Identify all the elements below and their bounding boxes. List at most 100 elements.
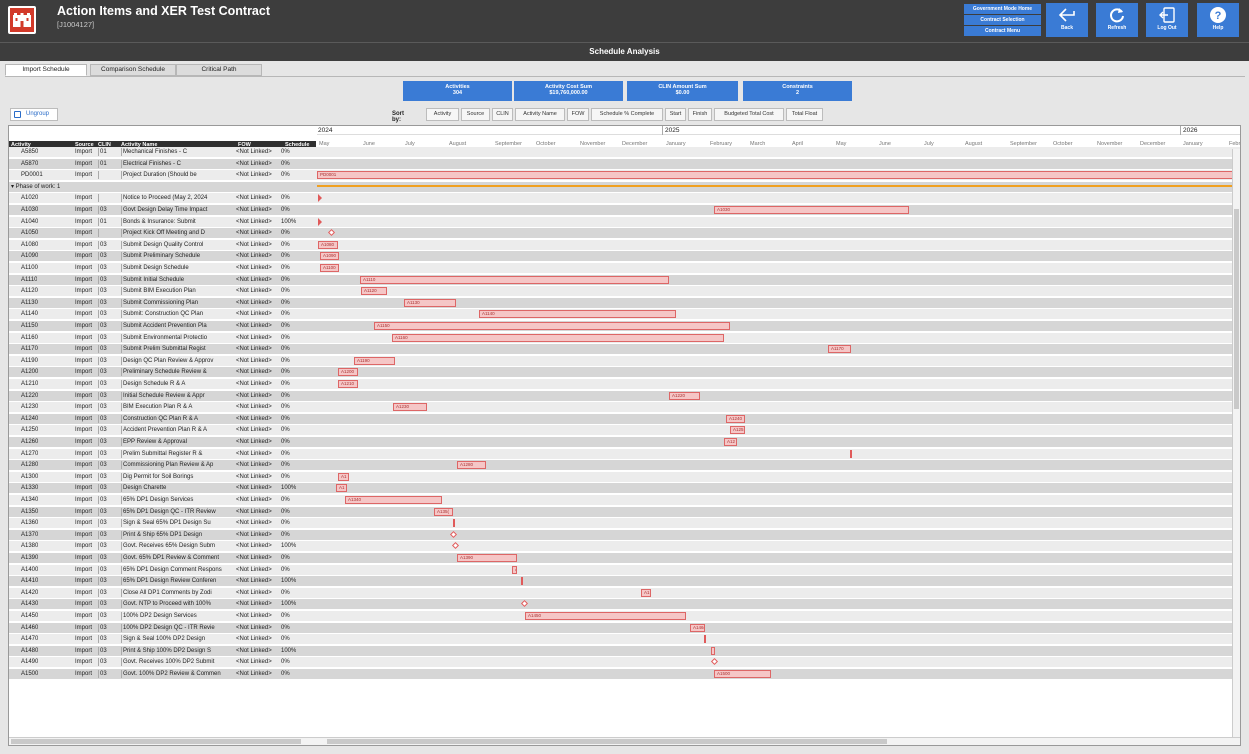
table-row[interactable]: A1280 Import 03 Commissioning Plan Review &… [9,460,1240,471]
gantt-tick[interactable] [704,635,706,644]
gantt-bar[interactable]: A [512,565,517,574]
gantt-bar[interactable]: A1160 [392,333,724,342]
table-row[interactable]: PD0001 Import Project Duration (Should be <… [9,170,1240,181]
vertical-scroll-thumb[interactable] [1234,209,1239,409]
table-row[interactable]: A1100 Import 03 Submit Design Schedule <Not … [9,263,1240,273]
table-row[interactable]: A1500 Import 03 Govt. 100% DP2 Review & Com… [9,669,1240,679]
milestone-diamond-icon[interactable] [327,229,336,237]
government-mode-home-button[interactable]: Government Mode Home [964,4,1041,14]
contract-selection-button[interactable]: Contract Selection [964,15,1041,25]
gantt-bar[interactable]: A1170 [828,345,851,354]
table-row[interactable]: A5870 Import 01 Electrical Finishes - C <Not… [9,158,1240,169]
sort-activity-button[interactable]: Activity [426,108,459,121]
gantt-bar[interactable]: A1100 [320,264,339,272]
table-row[interactable]: A1130 Import 03 Submit Commissioning Plan <N… [9,297,1240,308]
table-row[interactable]: A1420 Import 03 Close All DP1 Comments by Z… [9,587,1240,598]
gantt-bar[interactable]: A1150 [374,322,730,330]
sort-budgeted-total-cost-button[interactable]: Budgeted Total Cost [714,108,784,121]
table-row[interactable]: A1410 Import 03 65% DP1 Design Review Confe… [9,576,1240,587]
table-row[interactable]: A1090 Import 03 Submit Preliminary Schedule… [9,251,1240,262]
gantt-bar[interactable]: A1500 [714,670,771,678]
sort-clin-button[interactable]: CLIN [492,108,513,121]
gantt-bar[interactable]: A1240 [726,414,745,423]
gantt-bar[interactable]: A1220 [669,391,700,400]
left-scroll-thumb[interactable] [11,739,301,744]
sort-finish-button[interactable]: Finish [688,108,712,121]
table-row[interactable]: A1330 Import 03 Design Charette <Not Linked>… [9,483,1240,494]
phase-group-label[interactable]: ▾ Phase of work: 1 [11,182,60,192]
gantt-bar[interactable]: A1 [641,588,651,597]
gantt-bar[interactable]: A1 [338,472,349,481]
gantt-bar[interactable]: A12 [724,438,737,446]
gantt-bar[interactable]: A1390 [457,554,517,562]
table-row[interactable]: A1430 Import 03 Govt. NTP to Proceed with 1… [9,599,1240,610]
table-row[interactable]: A1480 Import 03 Print & Ship 100% DP2 Desig… [9,645,1240,656]
table-row[interactable]: A1120 Import 03 Submit BIM Execution Plan <N… [9,286,1240,297]
tab-critical-path[interactable]: Critical Path [176,64,262,76]
gantt-bar[interactable]: A146( [690,623,705,632]
contract-menu-button[interactable]: Contract Menu [964,26,1041,36]
sort-activity-name-button[interactable]: Activity Name [515,108,565,121]
table-row[interactable]: A1490 Import 03 Govt. Receives 100% DP2 Sub… [9,657,1240,668]
table-row[interactable]: A1250 Import 03 Accident Prevention Plan R … [9,425,1240,436]
table-row[interactable]: A1150 Import 03 Submit Accident Prevention … [9,321,1240,331]
table-row[interactable]: A1380 Import 03 Govt. Receives 65% Design S… [9,541,1240,552]
table-row[interactable]: A1190 Import 03 Design QC Plan Review & App… [9,355,1240,366]
gantt-bar[interactable]: A1190 [354,356,395,365]
sort-start-button[interactable]: Start [665,108,686,121]
table-row[interactable]: A1210 Import 03 Design Schedule R & A <Not L… [9,379,1240,389]
table-row[interactable]: A1260 Import 03 EPP Review & Approval <Not L… [9,437,1240,447]
table-row[interactable]: A1400 Import 03 65% DP1 Design Comment Resp… [9,564,1240,575]
table-row[interactable]: A1390 Import 03 Govt. 65% DP1 Review & Comm… [9,553,1240,563]
gantt-bar[interactable]: A1280 [457,461,486,470]
table-row[interactable]: A1240 Import 03 Construction QC Plan R & A <… [9,413,1240,424]
table-row[interactable]: ▾ Phase of work: 1 [9,181,1240,192]
table-row[interactable]: A1080 Import 03 Submit Design Quality Contr… [9,239,1240,250]
gantt-bar[interactable]: PD0001 [317,171,1240,180]
milestone-diamond-icon[interactable] [451,542,460,550]
gantt-bar[interactable]: A1200 [338,368,358,377]
gantt-bar[interactable] [711,646,715,655]
table-row[interactable]: A1370 Import 03 Print & Ship 65% DP1 Design… [9,529,1240,540]
gantt-bar[interactable]: A1340 [345,496,442,504]
table-row[interactable]: A1040 Import 01 Bonds & Insurance: Submit <N… [9,216,1240,227]
table-row[interactable]: A1450 Import 03 100% DP2 Design Services <No… [9,611,1240,621]
table-row[interactable]: A1340 Import 03 65% DP1 Design Services <Not… [9,495,1240,505]
milestone-diamond-icon[interactable] [520,600,529,608]
gantt-bar[interactable]: A1090 [320,252,339,261]
gantt-bar[interactable]: A1230 [393,403,427,412]
table-row[interactable]: A1360 Import 03 Sign & Seal 65% DP1 Design … [9,518,1240,529]
gantt-bar[interactable]: A1120 [361,287,387,296]
table-row[interactable]: A1220 Import 03 Initial Schedule Review & A… [9,390,1240,401]
sort-schedule-complete-button[interactable]: Schedule % Complete [591,108,663,121]
gantt-tick[interactable] [850,449,852,458]
gantt-bar[interactable]: A1110 [360,275,669,284]
sort-fow-button[interactable]: FOW [567,108,589,121]
table-row[interactable]: A1460 Import 03 100% DP2 Design QC - ITR Re… [9,622,1240,633]
start-milestone-icon[interactable] [318,217,322,226]
gantt-bar[interactable]: A1080 [318,240,338,249]
gantt-bar[interactable]: A125 [730,426,745,435]
ungroup-button[interactable]: Ungroup [10,108,58,121]
gantt-bar[interactable]: A135( [434,507,453,516]
table-row[interactable]: A1200 Import 03 Preliminary Schedule Review… [9,367,1240,378]
back-button[interactable]: Back [1046,3,1088,37]
table-row[interactable]: A1030 Import 03 Govt Design Delay Time Impa… [9,205,1240,215]
gantt-scroll-thumb[interactable] [327,739,887,744]
gantt-bar[interactable]: A1 [336,484,347,493]
table-row[interactable]: A1160 Import 03 Submit Environmental Protec… [9,332,1240,343]
milestone-diamond-icon[interactable] [449,530,458,538]
gantt-bar[interactable]: A1130 [404,298,456,307]
table-row[interactable]: A1170 Import 03 Submit Prelim Submittal Reg… [9,344,1240,355]
start-milestone-icon[interactable] [318,194,322,203]
table-row[interactable]: A1270 Import 03 Prelim Submittal Register R… [9,448,1240,459]
table-row[interactable]: A1350 Import 03 65% DP1 Design QC - ITR Rev… [9,506,1240,517]
table-row[interactable]: A1140 Import 03 Submit: Construction QC Pla… [9,309,1240,320]
vertical-scrollbar[interactable] [1232,149,1240,739]
refresh-button[interactable]: Refresh [1096,3,1138,37]
gantt-tick[interactable] [453,519,455,528]
milestone-diamond-icon[interactable] [710,658,719,666]
gantt-bar[interactable]: A1030 [714,206,909,214]
tab-comparison-schedule[interactable]: Comparison Schedule [90,64,176,76]
table-row[interactable]: A1110 Import 03 Submit Initial Schedule <Not… [9,274,1240,285]
